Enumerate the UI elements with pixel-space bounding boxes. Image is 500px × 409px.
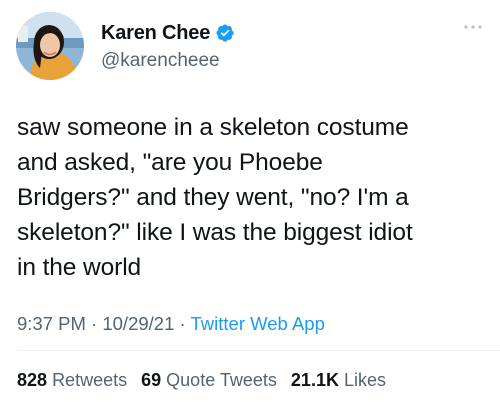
divider [17, 350, 500, 351]
more-options-icon[interactable] [462, 20, 484, 34]
engagement-stats: 828 Retweets 69 Quote Tweets 21.1K Likes [17, 370, 395, 391]
tweet-meta: 9:37 PM · 10/29/21 · Twitter Web App [17, 313, 325, 335]
meta-separator: · [91, 313, 98, 334]
author-name-row[interactable]: Karen Chee [101, 21, 235, 45]
quote-tweets-label: Quote Tweets [166, 370, 277, 390]
avatar-photo [16, 12, 84, 80]
author-handle[interactable]: @karencheee [101, 50, 220, 72]
tweet-source-link[interactable]: Twitter Web App [191, 313, 325, 334]
meta-separator: · [179, 313, 186, 334]
quote-tweets-count: 69 [141, 370, 162, 390]
tweet-date[interactable]: 10/29/21 [102, 313, 174, 334]
verified-badge-icon [215, 23, 235, 43]
tweet-text: saw someone in a skeleton costume and as… [17, 114, 413, 281]
likes-stat[interactable]: 21.1K Likes [291, 370, 386, 390]
author-display-name[interactable]: Karen Chee [101, 22, 210, 45]
quote-tweets-stat[interactable]: 69 Quote Tweets [141, 370, 282, 390]
tweet-time[interactable]: 9:37 PM [17, 313, 86, 334]
retweets-label: Retweets [52, 370, 128, 390]
retweets-count: 828 [17, 370, 48, 390]
likes-count: 21.1K [290, 370, 339, 390]
avatar[interactable] [16, 12, 84, 80]
likes-label: Likes [343, 370, 387, 390]
retweets-stat[interactable]: 828 Retweets [17, 370, 132, 390]
tweet-card: Karen Chee @karencheee saw someone in a … [0, 0, 500, 409]
